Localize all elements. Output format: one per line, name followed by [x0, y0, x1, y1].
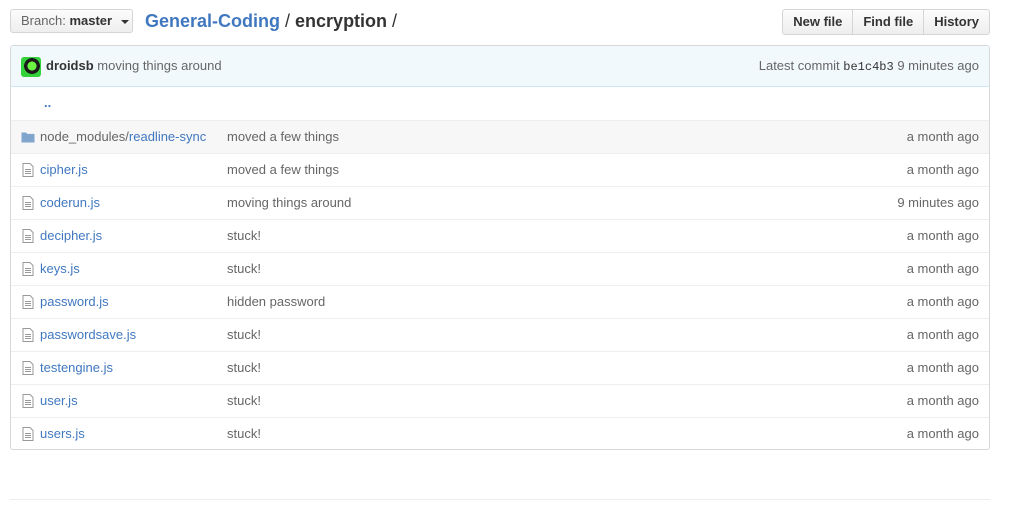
path-name: readline-sync [128, 129, 207, 144]
branch-select-button[interactable]: Branch: master [10, 9, 133, 33]
file-table: droidsb moving things around Latest comm… [10, 45, 990, 450]
file-name-link[interactable]: node_modules/readline-sync [40, 121, 206, 153]
row-age: 9 minutes ago [897, 195, 979, 210]
file-name-link[interactable]: coderun.js [40, 187, 100, 219]
file-name-link[interactable]: users.js [40, 418, 85, 449]
commit-author-link[interactable]: droidsb [46, 58, 94, 73]
row-age: a month ago [906, 327, 979, 342]
commit-sha-link[interactable]: be1c4b3 [843, 60, 893, 74]
table-row: user.js stuck! a month ago [11, 384, 989, 417]
breadcrumb-current-dir: encryption [295, 11, 388, 31]
row-age: a month ago [906, 261, 979, 276]
file-name-link[interactable]: cipher.js [40, 154, 88, 186]
commit-message-link[interactable]: moving things around [97, 58, 221, 73]
table-row: cipher.js moved a few things a month ago [11, 153, 989, 186]
table-row: keys.js stuck! a month ago [11, 252, 989, 285]
table-row: password.js hidden password a month ago [11, 285, 989, 318]
commit-tease: droidsb moving things around Latest comm… [11, 46, 989, 87]
file-text-icon [22, 361, 34, 375]
table-row: users.js stuck! a month ago [11, 417, 989, 449]
row-age: a month ago [906, 294, 979, 309]
file-name-link[interactable]: decipher.js [40, 220, 102, 252]
parent-directory-link[interactable]: .. [44, 87, 51, 119]
chevron-down-icon [120, 19, 129, 24]
row-age: a month ago [906, 393, 979, 408]
file-name-link[interactable]: password.js [40, 286, 109, 318]
file-name-link[interactable]: keys.js [40, 253, 80, 285]
row-age: a month ago [906, 129, 979, 144]
table-row: decipher.js stuck! a month ago [11, 219, 989, 252]
branch-prefix: Branch: [21, 13, 66, 28]
breadcrumb: General-Coding / encryption / [145, 9, 402, 33]
file-text-icon [22, 196, 34, 210]
file-text-icon [22, 163, 34, 177]
file-name-link[interactable]: testengine.js [40, 352, 113, 384]
row-commit-message-link[interactable]: moved a few things [227, 121, 339, 153]
file-text-icon [22, 262, 34, 276]
find-file-button[interactable]: Find file [852, 9, 925, 35]
breadcrumb-repo-link[interactable]: General-Coding [145, 11, 280, 31]
file-text-icon [22, 295, 34, 309]
latest-commit: Latest commit be1c4b3 9 minutes ago [759, 46, 979, 87]
history-button[interactable]: History [923, 9, 990, 35]
file-actions: New file Find file History [782, 9, 990, 35]
row-commit-message-link[interactable]: moving things around [227, 187, 351, 219]
row-commit-message-link[interactable]: stuck! [227, 253, 261, 285]
table-row: passwordsave.js stuck! a month ago [11, 318, 989, 351]
avatar[interactable] [21, 57, 41, 77]
row-age: a month ago [906, 162, 979, 177]
new-file-button[interactable]: New file [782, 9, 854, 35]
folder-icon [21, 132, 35, 143]
table-row: testengine.js stuck! a month ago [11, 351, 989, 384]
latest-commit-label: Latest commit [758, 58, 840, 73]
row-commit-message-link[interactable]: stuck! [227, 385, 261, 417]
row-commit-message-link[interactable]: stuck! [227, 220, 261, 252]
row-age: a month ago [906, 426, 979, 441]
file-text-icon [22, 394, 34, 408]
branch-name: master [69, 13, 113, 28]
table-row: node_modules/readline-sync moved a few t… [11, 120, 989, 153]
divider [10, 499, 990, 500]
file-name-link[interactable]: passwordsave.js [40, 319, 136, 351]
commit-age: 9 minutes ago [897, 58, 979, 73]
breadcrumb-separator: / [392, 11, 398, 31]
row-commit-message-link[interactable]: moved a few things [227, 154, 339, 186]
row-commit-message-link[interactable]: hidden password [227, 286, 325, 318]
file-text-icon [22, 427, 34, 441]
row-age: a month ago [906, 360, 979, 375]
parent-directory-row: .. [11, 87, 989, 120]
breadcrumb-separator: / [285, 11, 291, 31]
commit-summary: droidsb moving things around [46, 46, 222, 86]
file-text-icon [22, 229, 34, 243]
row-commit-message-link[interactable]: stuck! [227, 352, 261, 384]
file-text-icon [22, 328, 34, 342]
table-row: coderun.js moving things around 9 minute… [11, 186, 989, 219]
row-commit-message-link[interactable]: stuck! [227, 319, 261, 351]
file-name-link[interactable]: user.js [40, 385, 78, 417]
file-navigation: Branch: master General-Coding / encryption… [10, 9, 990, 35]
row-commit-message-link[interactable]: stuck! [227, 418, 261, 449]
path-prefix: node_modules/ [40, 129, 129, 144]
row-age: a month ago [906, 228, 979, 243]
